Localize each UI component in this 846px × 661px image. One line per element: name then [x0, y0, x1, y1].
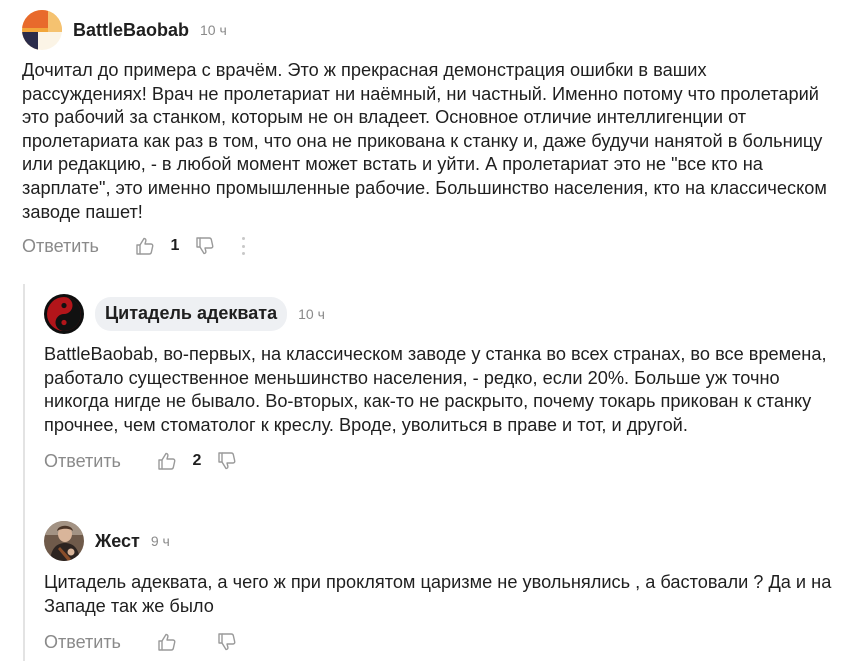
comment-header: BattleBaobab 10 ч — [22, 10, 832, 50]
avatar[interactable] — [44, 521, 84, 561]
thumb-down-icon[interactable] — [216, 631, 238, 653]
comment-time: 9 ч — [150, 533, 170, 549]
reply-button[interactable]: Ответить — [44, 451, 156, 472]
avatar[interactable] — [22, 10, 62, 50]
avatar[interactable] — [44, 294, 84, 334]
comment-header: Жест 9 ч — [44, 521, 834, 561]
comment-time: 10 ч — [200, 22, 227, 38]
author-name[interactable]: Цитадель адеквата — [95, 297, 288, 331]
comment-reply: Жест 9 ч Цитадель адеквата, а чего ж при… — [44, 521, 834, 656]
comment-text: Цитадель адеквата, а чего ж при проклято… — [44, 572, 832, 616]
reply-button[interactable]: Ответить — [22, 236, 134, 257]
comment-text: BattleBaobab, во-первых, на классическом… — [44, 344, 827, 435]
comment-actions: Ответить — [44, 628, 834, 656]
author-name[interactable]: Жест — [95, 531, 140, 552]
comment-header: Цитадель адеквата 10 ч — [44, 294, 834, 334]
comment-actions: Ответить 1 — [22, 232, 832, 260]
comment-text: Дочитал до примера с врачём. Это ж прекр… — [22, 60, 827, 222]
like-count: 2 — [192, 452, 202, 470]
comment-time: 10 ч — [298, 306, 325, 322]
author-name[interactable]: BattleBaobab — [73, 20, 189, 41]
thumb-up-icon[interactable] — [156, 631, 178, 653]
like-count: 1 — [170, 237, 180, 255]
thumb-up-icon[interactable] — [134, 235, 156, 257]
thumb-up-icon[interactable] — [156, 450, 178, 472]
thumb-down-icon[interactable] — [216, 450, 238, 472]
comment-actions: Ответить 2 — [44, 447, 834, 475]
more-dots-icon[interactable] — [240, 237, 246, 256]
thumb-down-icon[interactable] — [194, 235, 216, 257]
comment-reply: Цитадель адеквата 10 ч BattleBaobab, во-… — [44, 294, 834, 475]
reply-button[interactable]: Ответить — [44, 632, 156, 653]
comment: BattleBaobab 10 ч Дочитал до примера с в… — [22, 10, 832, 260]
thread-line — [23, 284, 25, 661]
